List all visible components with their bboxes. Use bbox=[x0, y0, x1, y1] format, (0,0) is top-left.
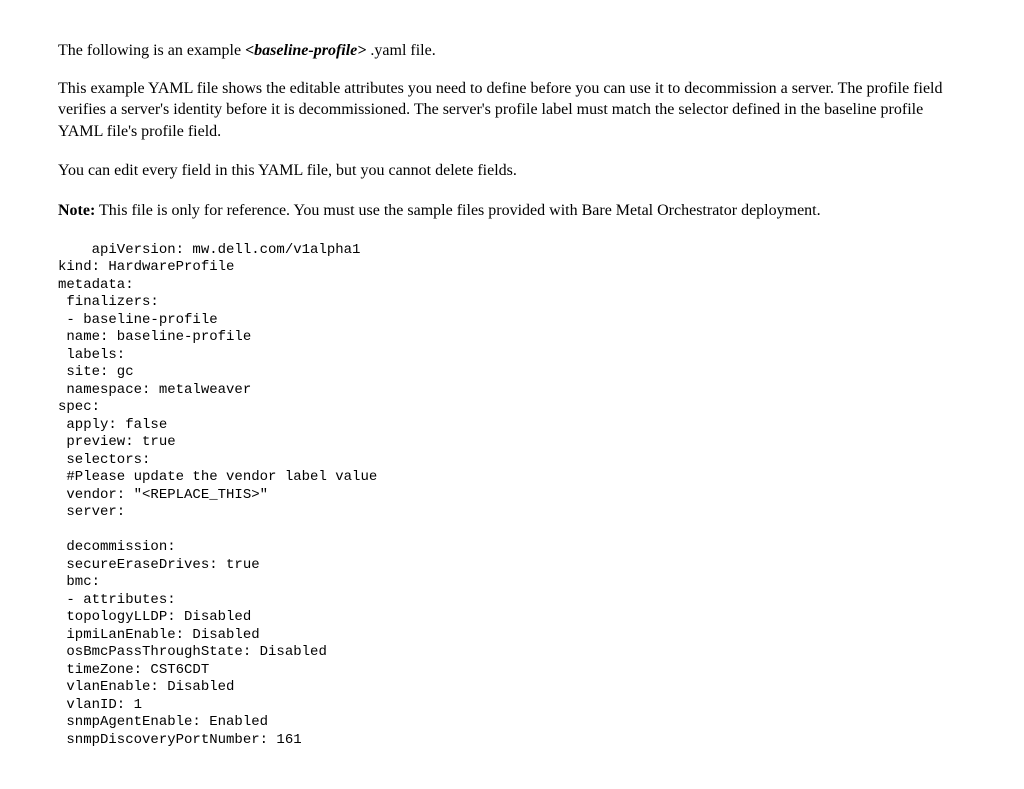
note-label: Note: bbox=[58, 202, 95, 219]
note-paragraph: Note: This file is only for reference. Y… bbox=[58, 200, 966, 222]
note-text: This file is only for reference. You mus… bbox=[95, 202, 820, 219]
description-paragraph: This example YAML file shows the editabl… bbox=[58, 78, 966, 143]
edit-note-paragraph: You can edit every field in this YAML fi… bbox=[58, 160, 966, 182]
yaml-code-block: apiVersion: mw.dell.com/v1alpha1 kind: H… bbox=[58, 242, 966, 750]
intro-paragraph: The following is an example <baseline-pr… bbox=[58, 40, 966, 62]
baseline-profile-placeholder: <baseline-profile> bbox=[245, 42, 366, 59]
intro-post: .yaml file. bbox=[366, 42, 435, 59]
intro-pre: The following is an example bbox=[58, 42, 245, 59]
